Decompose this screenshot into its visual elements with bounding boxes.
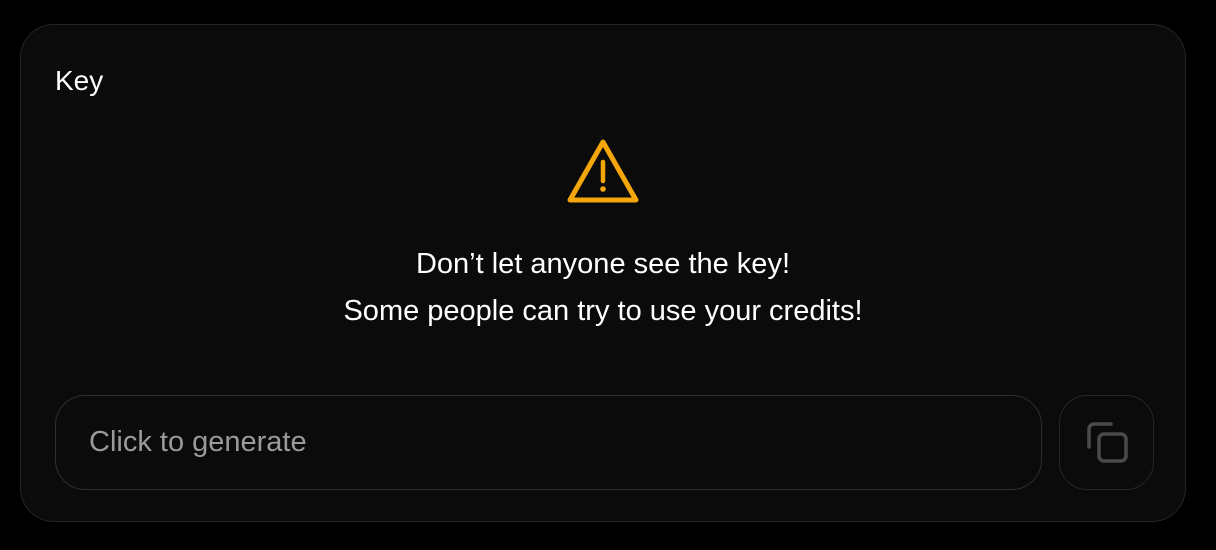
key-field[interactable] (55, 395, 1042, 490)
warning-triangle-icon (567, 139, 639, 203)
key-card: Key Don’t let anyone see the key! Some p… (20, 24, 1186, 522)
warning-line-2: Some people can try to use your credits! (343, 295, 863, 327)
warning-block: Don’t let anyone see the key! Some peopl… (21, 137, 1185, 335)
key-input[interactable] (89, 426, 1041, 459)
copy-icon (1086, 421, 1128, 463)
warning-message: Don’t let anyone see the key! Some peopl… (343, 241, 862, 335)
warning-line-1: Don’t let anyone see the key! (415, 248, 790, 280)
card-title: Key (55, 65, 104, 96)
copy-button[interactable] (1059, 395, 1154, 490)
